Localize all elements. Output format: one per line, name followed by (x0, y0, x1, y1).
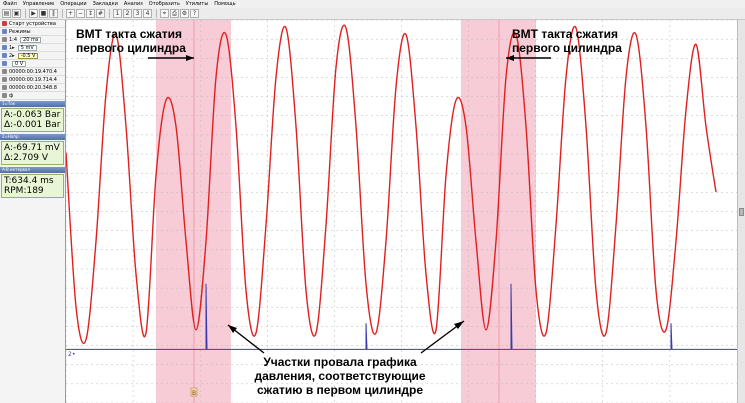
sidebar-row[interactable]: 00000:00:19.470.4 (0, 68, 65, 76)
stop-icon[interactable]: ■ (39, 9, 48, 18)
print-icon[interactable]: ⎙ (170, 9, 179, 18)
plot-grid (66, 20, 737, 403)
menu-item[interactable]: Анализ (124, 0, 143, 8)
sidebar-row-value[interactable]: -0.5 V (17, 52, 39, 59)
toolbar-separator (109, 9, 110, 18)
sidebar-row-icon (2, 29, 7, 34)
annotation-line: давления, соответствующие (254, 369, 425, 383)
measurement-value: A:-0.063 Bar (4, 110, 61, 120)
toolbar: ▤ ▣ ▶ ■ ‖ + − ↕ # 1 2 3 4 ⌖ ⎙ ⚙ ? (0, 8, 745, 20)
sidebar-row-value[interactable]: 20 ms (20, 36, 42, 43)
annotation-line: Участки провала графика (263, 355, 417, 369)
sidebar-row[interactable]: 00000:00:20.348.8 (0, 84, 65, 92)
annotation-line: ВМТ такта сжатия (512, 27, 618, 41)
sidebar-row-icon (2, 93, 7, 98)
toolbar-separator (25, 9, 26, 18)
sidebar-row-icon (2, 21, 7, 26)
sidebar-row-label: 1:4 (9, 36, 18, 43)
play-icon[interactable]: ▶ (29, 9, 38, 18)
menu-item[interactable]: Помощь (214, 0, 235, 8)
sidebar-row[interactable]: 1:4 20 ms (0, 36, 65, 44)
oscilloscope-app: Файл Управление Операции Закладки Анализ Отоб… (0, 0, 745, 403)
save-icon[interactable]: ▣ (12, 9, 21, 18)
sidebar-row-label: 2▸ (9, 52, 15, 59)
channel-2-icon[interactable]: 2 (123, 9, 132, 18)
toolbar-separator (156, 9, 157, 18)
menu-item[interactable]: Файл (3, 0, 17, 8)
grid-icon[interactable]: # (96, 9, 105, 18)
measure-icon[interactable]: ⌖ (160, 9, 169, 18)
menu-bar: Файл Управление Операции Закладки Анализ Отоб… (0, 0, 745, 8)
sidebar-row-icon (2, 77, 7, 82)
zoom-in-icon[interactable]: + (66, 9, 75, 18)
channel-2-marker[interactable]: 2• (68, 351, 75, 358)
sidebar-row-value[interactable]: 0 V (12, 60, 27, 67)
vertical-scrollbar[interactable] (737, 20, 745, 403)
sidebar-row-label: Режимы (9, 28, 31, 35)
measurement-panel: A:-0.063 Bar Δ:-0.001 Bar (1, 108, 64, 132)
channel-4-icon[interactable]: 4 (143, 9, 152, 18)
sidebar-row-label: ф (9, 92, 14, 99)
scrollbar-thumb[interactable] (739, 208, 744, 216)
zoom-out-icon[interactable]: − (76, 9, 85, 18)
sidebar: Старт устройства Режимы 1:4 20 ms 1▸ 5 mV 2▸ -0… (0, 20, 66, 403)
sidebar-row-label: 1▸ (9, 44, 15, 51)
measurement-value: RPM:189 (4, 186, 44, 196)
sidebar-row-label: 00000:00:19.714.4 (9, 76, 57, 83)
measurement-panel-header: 1=Ток (0, 101, 65, 107)
sidebar-row[interactable]: 1▸ 5 mV (0, 44, 65, 52)
menu-item[interactable]: Закладки (93, 0, 118, 8)
sidebar-row-icon (2, 85, 7, 90)
measurement-panel-header: 2=Напр. (0, 134, 65, 140)
sidebar-row-icon (2, 61, 7, 66)
measurement-value: T:634.4 ms (4, 176, 54, 186)
annotation-line: сжатию в первом цилиндре (257, 383, 423, 397)
help-icon[interactable]: ? (190, 9, 199, 18)
sidebar-row[interactable]: 2▸ -0.5 V (0, 52, 65, 60)
sidebar-row-label: 00000:00:20.348.8 (9, 84, 57, 91)
cursor-icon[interactable]: ↕ (86, 9, 95, 18)
annotation-line: первого цилиндра (512, 41, 622, 55)
sidebar-row-icon (2, 45, 7, 50)
measurement-panel: T:634.4 ms RPM:189 (1, 174, 64, 198)
open-icon[interactable]: ▤ (2, 9, 11, 18)
waveform-plot[interactable]: 2• B ВМТ такта сжатия первого цилиндра В… (66, 20, 737, 403)
measurement-value: Δ:2.709 V (4, 153, 48, 163)
menu-item[interactable]: Отобразить (149, 0, 180, 8)
menu-item[interactable]: Операции (60, 0, 86, 8)
channel-3-icon[interactable]: 3 (133, 9, 142, 18)
sidebar-row-icon (2, 37, 7, 42)
cursor-b-label: B (192, 390, 196, 397)
sidebar-row-label: Старт устройства (9, 20, 56, 27)
measurement-value: A:-69.71 mV (4, 143, 60, 153)
annotation-line: первого цилиндра (76, 41, 186, 55)
channel-1-icon[interactable]: 1 (113, 9, 122, 18)
sidebar-row-icon (2, 53, 7, 58)
sidebar-row-label: 00000:00:19.470.4 (9, 68, 57, 75)
menu-item[interactable]: Утилиты (186, 0, 209, 8)
pause-icon[interactable]: ‖ (49, 9, 58, 18)
sidebar-row[interactable]: 0 V (0, 60, 65, 68)
sidebar-row[interactable]: 00000:00:19.714.4 (0, 76, 65, 84)
sidebar-row[interactable]: Режимы (0, 28, 65, 36)
menu-item[interactable]: Управление (23, 0, 54, 8)
toolbar-separator (62, 9, 63, 18)
measurement-panel-header: A-B интервал (0, 167, 65, 173)
sidebar-row-value[interactable]: 5 mV (17, 44, 37, 51)
sidebar-row-icon (2, 69, 7, 74)
settings-icon[interactable]: ⚙ (180, 9, 189, 18)
measurement-panel: A:-69.71 mV Δ:2.709 V (1, 141, 64, 165)
sidebar-row[interactable]: Старт устройства (0, 20, 65, 28)
measurement-value: Δ:-0.001 Bar (4, 120, 61, 130)
annotation-line: ВМТ такта сжатия (76, 27, 182, 41)
sidebar-row[interactable]: ф (0, 92, 65, 100)
